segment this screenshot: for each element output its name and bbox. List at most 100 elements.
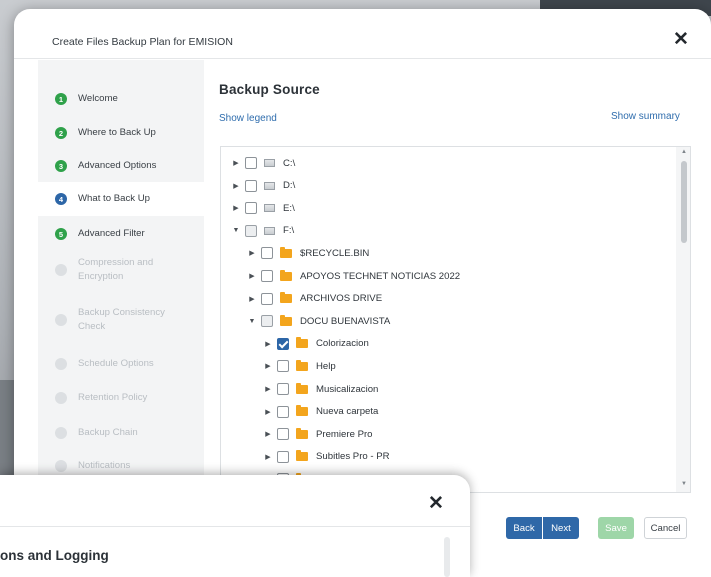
- tree-row-label: F:\: [283, 225, 295, 237]
- folder-icon: [296, 427, 308, 439]
- backup-source-tree: ▶Subtitulos Ingles▶Subitles Pro - PR▶Pre…: [220, 146, 691, 493]
- step-label: Notifications: [78, 460, 131, 471]
- wizard-step-4[interactable]: 4 What to Back Up: [38, 182, 204, 216]
- folder-icon: [296, 450, 308, 462]
- step-number-badge: 9: [55, 392, 67, 404]
- tree-row[interactable]: ▶ Premiere Pro: [263, 423, 373, 445]
- tree-row[interactable]: ▼ F:\: [231, 220, 294, 242]
- close-icon[interactable]: ✕: [670, 29, 692, 51]
- folder-icon: [280, 269, 292, 281]
- tree-checkbox[interactable]: [277, 450, 289, 463]
- show-legend-link[interactable]: Show legend: [219, 113, 277, 124]
- tree-checkbox[interactable]: [277, 428, 289, 441]
- wizard-step-6[interactable]: 6 Compression and Encryption: [38, 250, 204, 290]
- tree-row[interactable]: ▶ C:\: [231, 152, 295, 174]
- save-button[interactable]: Save: [598, 517, 634, 539]
- tree-row[interactable]: ▼ DOCU BUENAVISTA: [247, 310, 390, 332]
- caret-right-icon[interactable]: ▶: [247, 272, 257, 280]
- tree-row[interactable]: ▶ Help: [263, 355, 336, 377]
- tree-row[interactable]: ▶ ARCHIVOS DRIVE: [247, 288, 382, 310]
- tree-row-label: D:\: [283, 180, 296, 192]
- tree-row[interactable]: ▶ E:\: [231, 197, 295, 219]
- wizard-step-9[interactable]: 9 Retention Policy: [38, 381, 204, 415]
- tree-checkbox[interactable]: [261, 292, 273, 305]
- step-number-badge: 11: [55, 460, 67, 472]
- tree-checkbox[interactable]: [277, 405, 289, 418]
- caret-right-icon[interactable]: ▶: [263, 362, 273, 370]
- tree-checkbox[interactable]: [277, 383, 289, 395]
- tree-checkbox[interactable]: [245, 157, 257, 169]
- tree-checkbox[interactable]: [245, 179, 257, 192]
- show-summary-link[interactable]: Show summary: [611, 111, 680, 122]
- tree-row[interactable]: ▶ D:\: [231, 175, 295, 197]
- tree-row[interactable]: ▶ $RECYCLE.BIN: [247, 242, 369, 264]
- tree-row-label: Musicalizacion: [316, 383, 379, 395]
- step-label: Welcome: [78, 93, 118, 104]
- wizard-step-10[interactable]: 10 Backup Chain: [38, 416, 204, 450]
- folder-icon: [296, 337, 308, 349]
- caret-right-icon[interactable]: ▶: [247, 249, 257, 257]
- second-dialog-title: ons and Logging: [0, 548, 109, 563]
- scroll-up-icon[interactable]: ▲: [679, 149, 689, 155]
- tree-row[interactable]: ▶ Subitles Pro - PR: [263, 446, 390, 468]
- step-number-badge: 8: [55, 358, 67, 370]
- caret-right-icon[interactable]: ▶: [231, 159, 241, 167]
- caret-down-icon[interactable]: ▼: [231, 227, 241, 234]
- folder-icon: [296, 359, 308, 371]
- second-dialog-header: ✕: [0, 475, 470, 527]
- close-icon[interactable]: ✕: [425, 493, 447, 515]
- tree-row[interactable]: ▶ Nueva carpeta: [263, 401, 378, 423]
- next-button[interactable]: Next: [543, 517, 579, 539]
- wizard-step-2[interactable]: 2 Where to Back Up: [38, 116, 204, 150]
- tree-checkbox[interactable]: [261, 247, 273, 260]
- tree-row-label: Colorizacion: [316, 338, 369, 350]
- wizard-step-7[interactable]: 7 Backup Consistency Check: [38, 300, 204, 340]
- caret-down-icon[interactable]: ▼: [247, 318, 257, 325]
- tree-row[interactable]: ▶ Musicalizacion: [263, 378, 378, 400]
- back-button[interactable]: Back: [506, 517, 542, 539]
- step-number-badge: 1: [55, 93, 67, 105]
- step-number-badge: 2: [55, 127, 67, 139]
- step-label: Retention Policy: [78, 392, 148, 403]
- page-title: Backup Source: [219, 82, 320, 97]
- dialog-header: Create Files Backup Plan for EMISION ✕: [14, 9, 711, 59]
- step-label: Compression and Encryption: [78, 257, 154, 282]
- tree-checkbox[interactable]: [261, 270, 273, 282]
- caret-right-icon[interactable]: ▶: [247, 295, 257, 303]
- caret-right-icon[interactable]: ▶: [263, 408, 273, 416]
- tree-checkbox[interactable]: [245, 224, 257, 237]
- options-logging-dialog: ✕ ons and Logging: [0, 475, 470, 577]
- cancel-button[interactable]: Cancel: [644, 517, 687, 539]
- step-label: What to Back Up: [78, 193, 150, 204]
- scroll-down-icon[interactable]: ▼: [679, 481, 689, 487]
- scroll-thumb[interactable]: [681, 161, 687, 243]
- step-label: Advanced Options: [78, 160, 157, 171]
- tree-scrollbar[interactable]: ▲ ▼: [676, 147, 690, 492]
- wizard-step-1[interactable]: 1 Welcome: [38, 82, 204, 116]
- caret-right-icon[interactable]: ▶: [231, 204, 241, 212]
- caret-right-icon[interactable]: ▶: [231, 182, 241, 190]
- tree-row[interactable]: ▶ APOYOS TECHNET NOTICIAS 2022: [247, 265, 460, 287]
- tree-row-label: $RECYCLE.BIN: [300, 247, 370, 259]
- caret-right-icon[interactable]: ▶: [263, 385, 273, 393]
- tree-row-label: Help: [316, 360, 336, 372]
- tree-checkbox[interactable]: [261, 315, 273, 328]
- caret-right-icon[interactable]: ▶: [263, 430, 273, 438]
- tree-checkbox[interactable]: [277, 337, 289, 350]
- caret-right-icon[interactable]: ▶: [263, 340, 273, 348]
- drive-icon: [264, 204, 275, 213]
- tree-row-label: DOCU BUENAVISTA: [300, 315, 391, 327]
- tree-row[interactable]: ▶ Colorizacion: [263, 333, 369, 355]
- second-dialog-scrollbar[interactable]: [444, 537, 450, 577]
- wizard-step-8[interactable]: 8 Schedule Options: [38, 347, 204, 381]
- folder-icon: [280, 246, 292, 258]
- step-label: Backup Consistency Check: [78, 307, 165, 332]
- wizard-step-5[interactable]: 5 Advanced Filter: [38, 217, 204, 251]
- wizard-step-3[interactable]: 3 Advanced Options: [38, 149, 204, 183]
- folder-icon: [296, 382, 308, 394]
- caret-right-icon[interactable]: ▶: [263, 453, 273, 461]
- drive-icon: [264, 181, 275, 190]
- tree-checkbox[interactable]: [245, 202, 257, 215]
- tree-row-label: ARCHIVOS DRIVE: [300, 293, 383, 305]
- tree-checkbox[interactable]: [277, 360, 289, 373]
